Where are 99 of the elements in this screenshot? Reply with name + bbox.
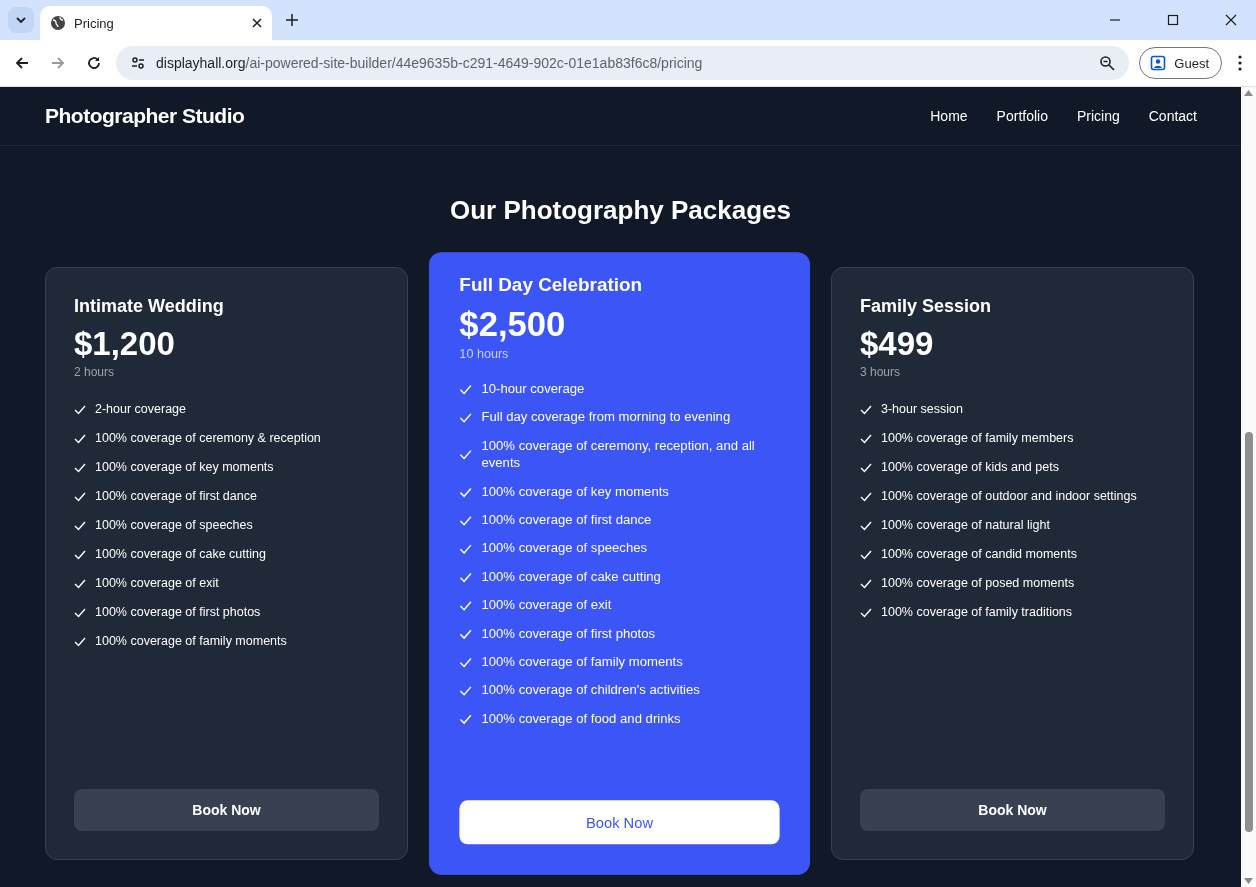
feature-text: 100% coverage of first photos [481, 624, 656, 643]
new-tab-icon[interactable] [286, 14, 298, 26]
address-bar[interactable]: displayhall.org/ai-powered-site-builder/44e9635b-c291-4649-902c-01e1ab83f6c8/pricing [116, 46, 1130, 80]
book-now-button[interactable]: Book Now [74, 789, 379, 831]
duration: 3 hours [860, 365, 902, 379]
feature-text: 100% coverage of cake cutting [95, 546, 266, 563]
feature-text: Full day coverage from morning to evening [481, 408, 731, 427]
package-name: Family Session [860, 296, 993, 317]
feature-text: 100% coverage of speeches [95, 517, 253, 534]
feature-text: 100% coverage of first dance [481, 511, 652, 530]
check-icon [860, 491, 872, 502]
price: $2,500 [459, 304, 567, 345]
check-icon [459, 713, 472, 725]
check-icon [74, 578, 86, 589]
globe-icon [50, 15, 66, 31]
check-icon [74, 549, 86, 560]
check-icon [74, 404, 86, 415]
check-icon [459, 600, 472, 611]
check-icon [860, 607, 872, 618]
feature-text: 100% coverage of children's activities [481, 681, 700, 700]
feature-text: 100% coverage of exit [95, 575, 219, 592]
check-icon [459, 571, 472, 583]
check-icon [459, 412, 472, 423]
feature-text: 100% coverage of family moments [481, 653, 683, 672]
tab-title: Pricing [74, 15, 115, 31]
check-icon [459, 449, 472, 461]
check-icon [74, 491, 86, 502]
scrollbar[interactable] [1241, 87, 1256, 887]
check-icon [860, 520, 872, 531]
feature-text: 100% coverage of family traditions [881, 604, 1073, 621]
feature-text: 100% coverage of speeches [481, 539, 648, 558]
book-now-button[interactable]: Book Now [459, 800, 780, 845]
price: $1,200 [74, 325, 176, 363]
browser-tab[interactable]: Pricing [40, 6, 272, 40]
feature-text: 100% coverage of family moments [95, 633, 287, 650]
feature-text: 100% coverage of ceremony, reception, and all events [481, 437, 756, 473]
close-icon[interactable] [1225, 14, 1237, 26]
back-icon[interactable] [14, 55, 30, 71]
feature-text: 100% coverage of outdoor and indoor settings [881, 488, 1137, 505]
site-logo[interactable]: Photographer Studio [45, 104, 245, 128]
check-icon [459, 543, 472, 555]
scrollbar-thumb[interactable] [1244, 432, 1253, 832]
feature-text: 3-hour session [881, 401, 963, 418]
nav-link[interactable]: Home [930, 108, 968, 124]
maximize-icon[interactable] [1167, 14, 1179, 26]
package-name: Intimate Wedding [74, 296, 225, 317]
nav-link[interactable]: Pricing [1076, 108, 1120, 124]
book-now-button[interactable]: Book Now [860, 789, 1165, 831]
check-icon [860, 578, 872, 589]
feature-text: 100% coverage of first photos [95, 604, 261, 621]
check-icon [860, 433, 872, 444]
price: $499 [860, 325, 935, 363]
tab-search-button[interactable] [8, 7, 34, 33]
forward-icon[interactable] [50, 55, 66, 71]
site-settings-icon[interactable] [130, 55, 146, 71]
duration: 10 hours [459, 346, 510, 362]
check-icon [459, 383, 472, 395]
feature-text: 100% coverage of ceremony & reception [95, 430, 321, 447]
scroll-down-icon[interactable] [1244, 878, 1253, 884]
feature-text: 100% coverage of exit [481, 596, 612, 615]
check-icon [74, 636, 86, 647]
feature-text: 2-hour coverage [95, 401, 187, 418]
scroll-up-icon[interactable] [1244, 90, 1253, 96]
feature-text: 100% coverage of food and drinks [481, 710, 681, 728]
package-name: Full Day Celebration [459, 274, 644, 297]
duration: 2 hours [74, 365, 116, 379]
feature-text: 100% coverage of candid moments [881, 546, 1077, 563]
zoom-icon[interactable] [1099, 55, 1116, 71]
section-heading: Our Photography Packages [449, 194, 792, 226]
feature-text: 100% coverage of natural light [881, 517, 1050, 534]
feature-text: 100% coverage of kids and pets [881, 459, 1059, 476]
check-icon [860, 462, 872, 473]
nav-link[interactable]: Contact [1148, 108, 1197, 124]
person-icon [1150, 55, 1167, 71]
check-icon [74, 462, 86, 473]
close-icon[interactable] [252, 18, 262, 28]
check-icon [74, 433, 86, 444]
check-icon [459, 486, 472, 498]
check-icon [459, 685, 472, 696]
profile-button[interactable]: Guest [1139, 47, 1222, 79]
check-icon [860, 404, 872, 415]
address-text: displayhall.org/ai-powered-site-builder/44e9635b-c291-4649-902c-01e1ab83f6c8/pricing [156, 55, 704, 71]
feature-text: 100% coverage of key moments [481, 483, 669, 501]
feature-text: 100% coverage of posed moments [881, 575, 1075, 592]
check-icon [860, 549, 872, 560]
nav-link[interactable]: Portfolio [996, 108, 1048, 124]
feature-text: 100% coverage of key moments [95, 459, 274, 476]
feature-text: 100% coverage of cake cutting [481, 568, 661, 586]
feature-text: 100% coverage of family members [881, 430, 1074, 447]
check-icon [459, 515, 472, 526]
chevron-down-icon [15, 14, 27, 26]
check-icon [74, 520, 86, 531]
check-icon [459, 656, 472, 668]
feature-text: 100% coverage of first dance [95, 488, 257, 505]
feature-text: 10-hour coverage [481, 380, 585, 399]
menu-icon[interactable] [1238, 55, 1242, 71]
check-icon [459, 628, 472, 640]
reload-icon[interactable] [86, 55, 102, 71]
check-icon [74, 607, 86, 618]
